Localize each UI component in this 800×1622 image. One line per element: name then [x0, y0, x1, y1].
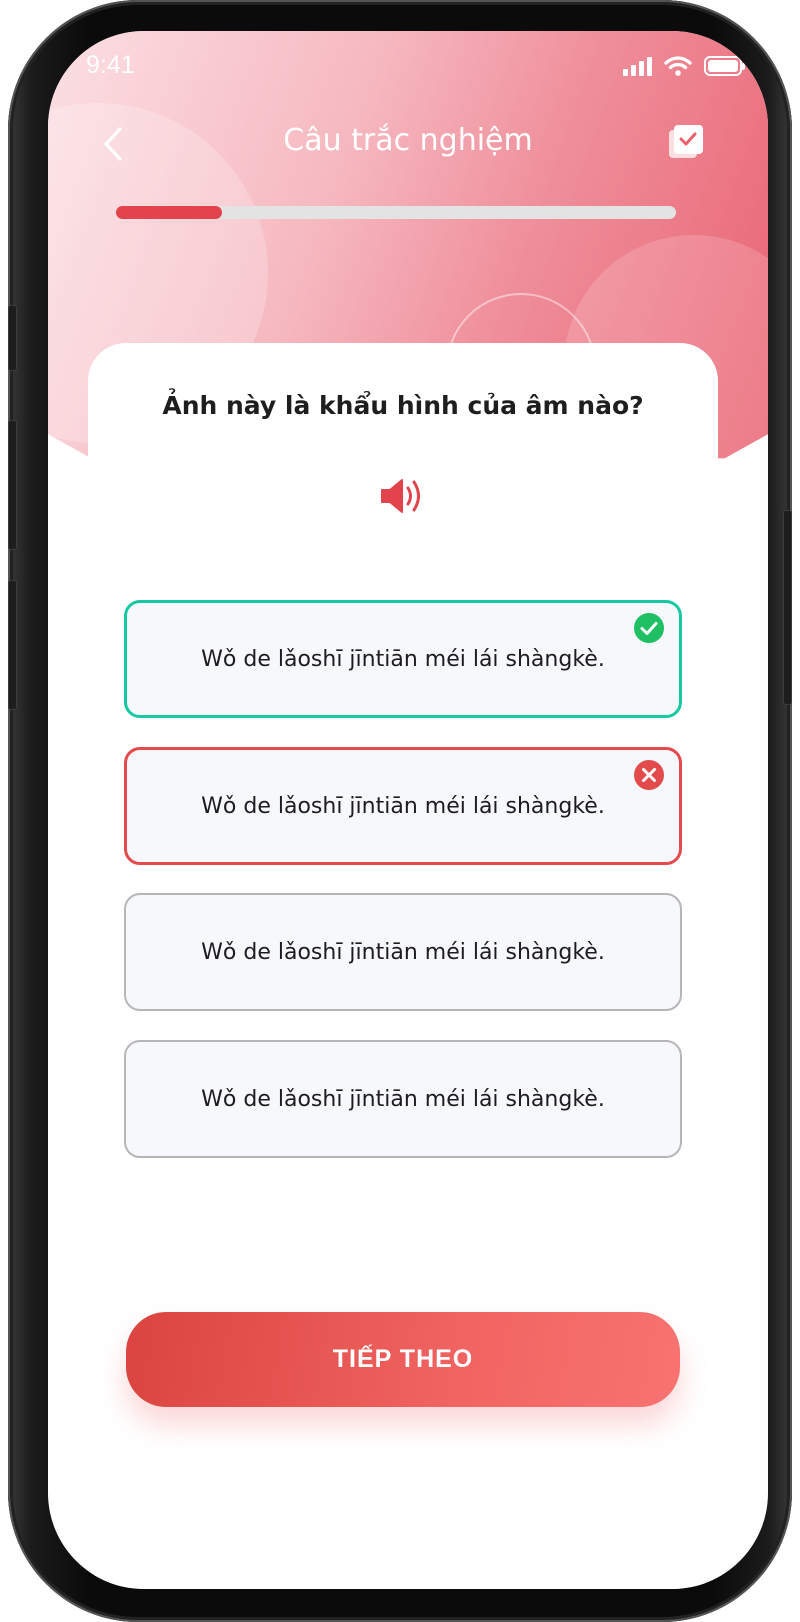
answer-option-4[interactable]: Wǒ de lǎoshī jīntiān méi lái shàngkè.: [124, 1040, 682, 1158]
answer-option-text: Wǒ de lǎoshī jīntiān méi lái shàngkè.: [201, 939, 605, 965]
volume-up-button: [8, 420, 17, 550]
status-time: 9:41: [86, 51, 135, 79]
phone-screen: 9:41 Câu trắc nghiệm Ảnh này là khẩu hìn…: [48, 31, 768, 1589]
next-button-label: TIẾP THEO: [332, 1345, 474, 1373]
phone-frame: 9:41 Câu trắc nghiệm Ảnh này là khẩu hìn…: [8, 0, 792, 1622]
page-title: Câu trắc nghiệm: [283, 123, 533, 158]
cellular-signal-icon: [623, 56, 652, 76]
speaker-icon[interactable]: [380, 475, 426, 517]
check-circle-icon: [634, 613, 664, 643]
question-card: Ảnh này là khẩu hình của âm nào? Wǒ de l…: [88, 343, 718, 1589]
next-button[interactable]: TIẾP THEO: [126, 1312, 680, 1407]
back-chevron-icon[interactable]: [94, 122, 134, 166]
status-icons: [623, 55, 745, 76]
app-stage: 9:41 Câu trắc nghiệm Ảnh này là khẩu hìn…: [0, 0, 800, 1622]
status-bar: 9:41: [48, 31, 768, 101]
wifi-icon: [664, 56, 692, 76]
checklist-icon[interactable]: [666, 123, 706, 163]
answer-option-text: Wǒ de lǎoshī jīntiān méi lái shàngkè.: [201, 1086, 605, 1112]
answer-option-3[interactable]: Wǒ de lǎoshī jīntiān méi lái shàngkè.: [124, 893, 682, 1011]
volume-down-button: [8, 580, 17, 710]
answer-option-text: Wǒ de lǎoshī jīntiān méi lái shàngkè.: [201, 793, 605, 819]
question-text: Ảnh này là khẩu hình của âm nào?: [162, 391, 644, 420]
x-circle-icon: [634, 760, 664, 790]
answer-option-1[interactable]: Wǒ de lǎoshī jīntiān méi lái shàngkè.: [124, 600, 682, 718]
mute-switch: [8, 305, 17, 371]
quiz-progress-fill: [116, 206, 223, 219]
quiz-progress-bar: [116, 206, 676, 219]
power-button: [783, 510, 792, 705]
battery-icon: [704, 55, 745, 76]
answer-option-2[interactable]: Wǒ de lǎoshī jīntiān méi lái shàngkè.: [124, 747, 682, 865]
answer-option-text: Wǒ de lǎoshī jīntiān méi lái shàngkè.: [201, 646, 605, 672]
